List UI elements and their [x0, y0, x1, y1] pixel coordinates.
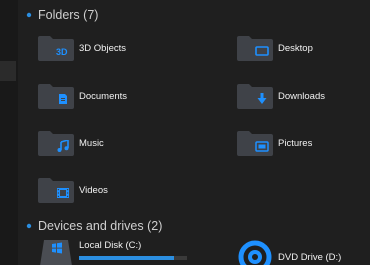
music-note-icon	[56, 140, 70, 152]
windows-drive-icon	[38, 240, 74, 265]
drives-section-header[interactable]: Devices and drives (2)	[26, 217, 162, 235]
folder-music[interactable]: Music	[38, 126, 104, 160]
folder-icon: 3D	[38, 35, 74, 61]
document-icon	[56, 93, 70, 105]
picture-icon	[255, 140, 269, 152]
download-arrow-icon	[255, 93, 269, 105]
navigation-selected-item[interactable]	[0, 61, 16, 81]
drive-usage-bar	[79, 256, 187, 260]
3d-objects-icon: 3D	[56, 45, 70, 57]
file-explorer-this-pc: Folders (7) 3D 3D Objects Desktop Docume…	[0, 0, 370, 265]
folder-3d-objects[interactable]: 3D 3D Objects	[38, 31, 126, 65]
drive-info: Local Disk (C:)	[79, 240, 187, 260]
folder-label: Downloads	[278, 90, 325, 102]
folder-pictures[interactable]: Pictures	[237, 126, 312, 160]
drive-label: Local Disk (C:)	[79, 240, 142, 251]
folders-section-header[interactable]: Folders (7)	[26, 6, 98, 24]
drive-info: DVD Drive (D:)	[278, 240, 341, 263]
folder-downloads[interactable]: Downloads	[237, 79, 325, 113]
folder-icon	[237, 83, 273, 109]
folder-label: Pictures	[278, 137, 313, 149]
folder-icon	[38, 177, 74, 203]
drive-usage-fill	[79, 256, 175, 260]
navigation-pane	[0, 0, 18, 265]
folder-desktop[interactable]: Desktop	[237, 31, 313, 65]
folders-section-title: Folders (7)	[38, 8, 99, 22]
drive-label: DVD Drive (D:)	[278, 252, 342, 263]
folder-icon	[38, 83, 74, 109]
folder-documents[interactable]: Documents	[38, 79, 127, 113]
folder-icon	[38, 130, 74, 156]
folder-label: 3D Objects	[79, 42, 126, 54]
desktop-icon	[255, 45, 269, 57]
film-icon	[56, 187, 70, 199]
drive-dvd-d[interactable]: DVD Drive (D:)	[237, 240, 341, 265]
drive-local-disk-c[interactable]: Local Disk (C:)	[38, 240, 187, 265]
folder-label: Videos	[79, 184, 108, 196]
chevron-down-icon	[26, 12, 38, 18]
folder-label: Documents	[79, 90, 128, 102]
content-pane: Folders (7) 3D 3D Objects Desktop Docume…	[18, 0, 370, 265]
svg-text:3D: 3D	[56, 47, 68, 57]
folder-label: Music	[79, 137, 104, 149]
dvd-disc-icon	[237, 240, 273, 265]
chevron-down-icon	[26, 223, 38, 229]
folder-icon	[237, 130, 273, 156]
folder-label: Desktop	[278, 42, 313, 54]
drives-section-title: Devices and drives (2)	[38, 219, 163, 233]
folder-icon	[237, 35, 273, 61]
folder-videos[interactable]: Videos	[38, 173, 108, 207]
